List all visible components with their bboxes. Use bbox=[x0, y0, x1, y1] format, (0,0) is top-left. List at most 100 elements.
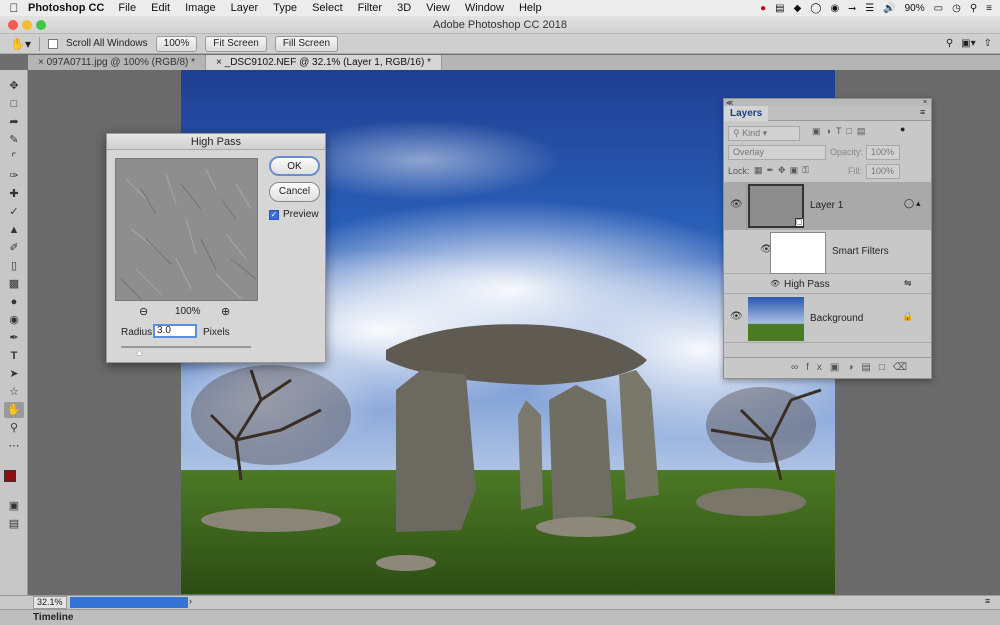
visibility-eye-icon[interactable]: 👁 bbox=[730, 311, 743, 322]
screen-mode-icon[interactable]: ▤ bbox=[4, 516, 24, 532]
new-group-icon[interactable]: ▤ bbox=[861, 362, 878, 373]
shape-tool-icon[interactable]: ☆ bbox=[4, 384, 24, 400]
layer-row-high-pass[interactable]: 👁 High Pass ⇋ bbox=[724, 278, 931, 292]
healing-brush-icon[interactable]: ✚ bbox=[4, 186, 24, 202]
panel-grip[interactable] bbox=[724, 99, 931, 106]
status-arrow-icon[interactable]: › bbox=[189, 596, 192, 606]
scroll-all-windows-checkbox[interactable] bbox=[47, 38, 58, 49]
hand-tool-icon[interactable]: ✋▾ bbox=[10, 37, 31, 51]
eyedropper-icon[interactable]: ✑ bbox=[4, 168, 24, 184]
search-icon[interactable]: ⚲ bbox=[970, 3, 977, 14]
layer-row-background[interactable]: 👁 Background 🔒 bbox=[724, 293, 931, 343]
clone-stamp-icon[interactable]: ▲ bbox=[4, 222, 24, 238]
add-mask-icon[interactable]: ▣ bbox=[830, 362, 847, 373]
menu-edit[interactable]: Edit bbox=[151, 2, 170, 14]
layers-tab[interactable]: Layers bbox=[724, 106, 769, 121]
background-thumbnail[interactable] bbox=[748, 297, 804, 341]
dropbox-icon[interactable]: ◆ bbox=[794, 3, 802, 14]
brush-tool-icon[interactable]: ✓ bbox=[4, 204, 24, 220]
link-layers-icon[interactable]: ∞ bbox=[791, 362, 806, 373]
menubar-extra-icon[interactable]: ▤ bbox=[775, 3, 784, 14]
crop-tool-icon[interactable]: ⌜ bbox=[4, 150, 24, 166]
quick-select-icon[interactable]: ✎ bbox=[4, 132, 24, 148]
bluetooth-icon[interactable]: ⭢ bbox=[848, 3, 856, 14]
dot-icon[interactable]: ◉ bbox=[830, 3, 839, 14]
volume-icon[interactable]: 🔊 bbox=[883, 3, 895, 14]
lock-icons[interactable]: ▦✒✥▣⚿ bbox=[754, 165, 813, 176]
filter-icons[interactable]: ▣◑T□▤ bbox=[812, 126, 870, 137]
filter-preview[interactable] bbox=[115, 158, 258, 301]
close-icon[interactable]: × bbox=[38, 57, 44, 68]
close-window-button[interactable] bbox=[8, 20, 18, 30]
collapse-panel-icon[interactable]: ≡ bbox=[985, 596, 990, 606]
menu-list-icon[interactable]: ≡ bbox=[986, 3, 992, 14]
apple-icon[interactable]:  bbox=[0, 1, 28, 15]
fx-icon[interactable]: fx bbox=[806, 362, 830, 373]
menu-filter[interactable]: Filter bbox=[358, 2, 382, 14]
menu-help[interactable]: Help bbox=[519, 2, 542, 14]
workspace-icon[interactable]: ▣▾ bbox=[961, 38, 975, 49]
filter-toggle-icon[interactable]: ● bbox=[900, 124, 905, 134]
zoom-100-button[interactable]: 100% bbox=[155, 35, 198, 52]
new-layer-icon[interactable]: □ bbox=[879, 362, 893, 373]
radius-slider-thumb[interactable]: ▲ bbox=[135, 347, 144, 357]
filter-kind-select[interactable]: ⚲ Kind ▾ bbox=[728, 126, 800, 141]
zoom-out-icon[interactable]: ⊖ bbox=[139, 305, 148, 318]
filter-options-icon[interactable]: ⇋ bbox=[904, 278, 912, 289]
menu-select[interactable]: Select bbox=[312, 2, 343, 14]
close-icon[interactable]: × bbox=[216, 57, 222, 68]
creative-cloud-icon[interactable]: ● bbox=[760, 3, 766, 14]
quick-mask-icon[interactable]: ▣ bbox=[4, 498, 24, 514]
visibility-eye-icon[interactable]: 👁 bbox=[730, 199, 743, 210]
menu-view[interactable]: View bbox=[426, 2, 450, 14]
dodge-tool-icon[interactable]: ◉ bbox=[4, 312, 24, 328]
zoom-level-field[interactable]: 32.1% bbox=[33, 596, 67, 609]
menu-layer[interactable]: Layer bbox=[231, 2, 259, 14]
layer-row-layer1[interactable]: 👁 ▢ Layer 1 ◯ ▴ bbox=[724, 182, 931, 230]
pen-tool-icon[interactable]: ✒ bbox=[4, 330, 24, 346]
eraser-tool-icon[interactable]: ▯ bbox=[4, 258, 24, 274]
fill-screen-button[interactable]: Fill Screen bbox=[274, 35, 339, 52]
menu-type[interactable]: Type bbox=[273, 2, 297, 14]
ok-button[interactable]: OK bbox=[269, 156, 320, 176]
fit-screen-button[interactable]: Fit Screen bbox=[205, 35, 267, 52]
fill-input[interactable]: 100% bbox=[866, 164, 900, 179]
zoom-tool-icon[interactable]: ⚲ bbox=[4, 420, 24, 436]
lasso-tool-icon[interactable]: ➦ bbox=[4, 114, 24, 130]
minimize-window-button[interactable] bbox=[22, 20, 32, 30]
layer-row-smart-filters[interactable]: 👁 Smart Filters bbox=[724, 230, 931, 274]
opacity-input[interactable]: 100% bbox=[866, 145, 900, 160]
layer-name[interactable]: Layer 1 bbox=[810, 200, 843, 211]
radius-input[interactable]: 3.0 bbox=[153, 324, 197, 338]
close-panel-icon[interactable]: × bbox=[923, 99, 927, 106]
shield-icon[interactable]: ◯ bbox=[810, 3, 821, 14]
smart-filter-icon[interactable]: ◯ bbox=[904, 198, 914, 209]
hand-tool-icon[interactable]: ✋ bbox=[4, 402, 24, 418]
move-tool-icon[interactable]: ✥ bbox=[4, 78, 24, 94]
blend-mode-select[interactable]: Overlay bbox=[728, 145, 826, 160]
adjustment-layer-icon[interactable]: ◑ bbox=[847, 362, 861, 373]
search-icon[interactable]: ⚲ bbox=[946, 38, 953, 49]
menu-3d[interactable]: 3D bbox=[397, 2, 411, 14]
tab-dsc9102[interactable]: × _DSC9102.NEF @ 32.1% (Layer 1, RGB/16)… bbox=[206, 55, 442, 70]
path-select-icon[interactable]: ➤ bbox=[4, 366, 24, 382]
menu-window[interactable]: Window bbox=[465, 2, 504, 14]
clock-icon[interactable]: ◷ bbox=[952, 3, 961, 14]
collapse-arrow-icon[interactable]: ▴ bbox=[916, 198, 921, 209]
wifi-icon[interactable]: ☰ bbox=[865, 3, 874, 14]
share-icon[interactable]: ⇧ bbox=[984, 38, 992, 49]
menu-image[interactable]: Image bbox=[185, 2, 216, 14]
filter-mask-thumbnail[interactable] bbox=[770, 232, 826, 274]
more-tools-icon[interactable]: ⋯ bbox=[4, 438, 24, 454]
zoom-in-icon[interactable]: ⊕ bbox=[221, 305, 230, 318]
app-menu[interactable]: Photoshop CC bbox=[28, 2, 104, 14]
gradient-tool-icon[interactable]: ▩ bbox=[4, 276, 24, 292]
trash-icon[interactable]: ⌫ bbox=[893, 362, 915, 373]
visibility-eye-icon[interactable]: 👁 bbox=[770, 279, 780, 288]
timeline-panel[interactable]: Timeline bbox=[0, 609, 1000, 625]
blur-tool-icon[interactable]: ● bbox=[4, 294, 24, 310]
zoom-window-button[interactable] bbox=[36, 20, 46, 30]
history-brush-icon[interactable]: ✐ bbox=[4, 240, 24, 256]
cancel-button[interactable]: Cancel bbox=[269, 182, 320, 202]
type-tool-icon[interactable]: T bbox=[4, 348, 24, 364]
